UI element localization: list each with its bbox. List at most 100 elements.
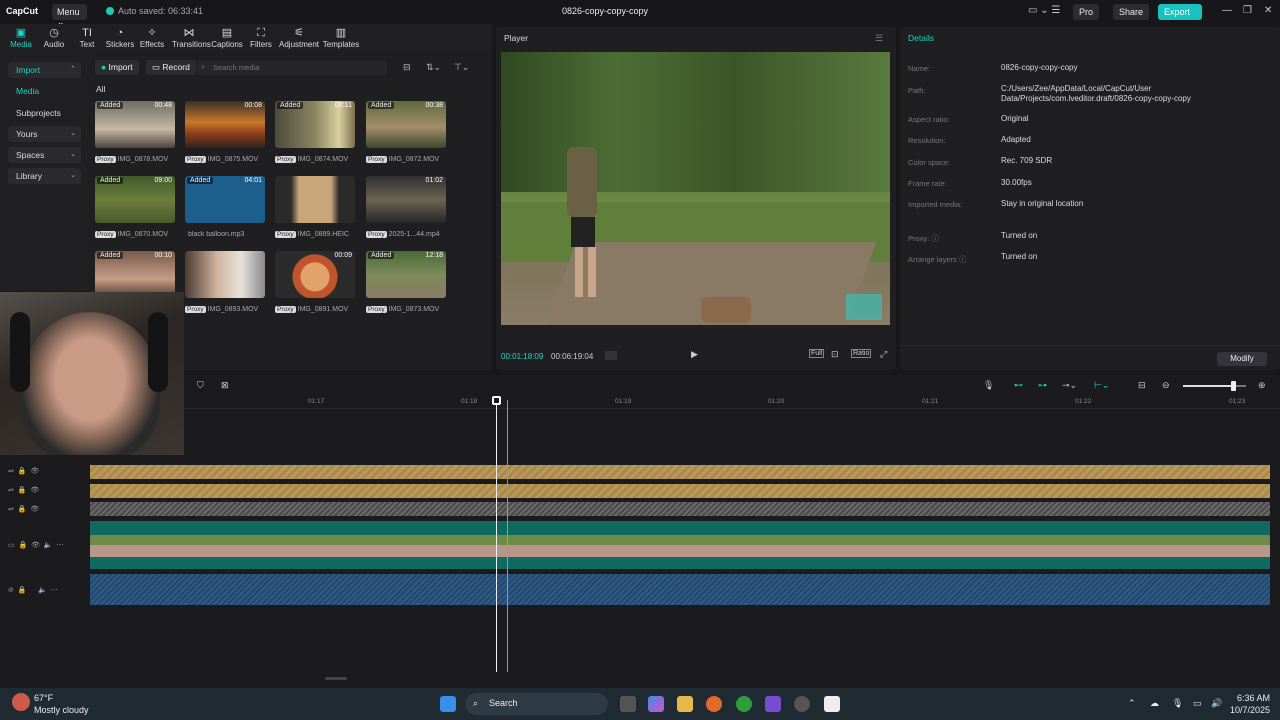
media-thumb[interactable]: Added 04:01	[185, 176, 265, 223]
xbox-icon[interactable]	[736, 696, 752, 712]
record-button[interactable]: ▭ Record	[146, 60, 196, 75]
eye-icon[interactable]: 👁	[30, 487, 39, 494]
media-thumb[interactable]: 01:02	[366, 176, 446, 223]
link-icon[interactable]: ⊷	[1014, 380, 1023, 391]
weather-temp[interactable]: 67°F	[34, 693, 53, 703]
close-icon[interactable]: ✕	[1264, 5, 1272, 16]
weather-icon[interactable]	[12, 693, 30, 711]
sort-icon[interactable]: ⇅⌄	[426, 62, 441, 73]
file-explorer-icon[interactable]	[677, 696, 693, 712]
more-icon[interactable]: ⋯	[57, 542, 64, 549]
mute-icon[interactable]: 🔈	[38, 587, 47, 594]
obsidian-icon[interactable]	[765, 696, 781, 712]
maximize-icon[interactable]: ❐	[1243, 5, 1252, 16]
import-button[interactable]: ● Import	[95, 60, 139, 75]
media-thumb[interactable]: 00:08	[185, 101, 265, 148]
more-icon[interactable]: ⋯	[51, 587, 58, 594]
time-ruler[interactable]	[184, 397, 1280, 409]
tool-text[interactable]: TI Text	[70, 27, 104, 49]
media-thumb[interactable]: Added 00:48	[95, 101, 175, 148]
media-thumb[interactable]: Added 00:10	[95, 251, 175, 298]
track-controls[interactable]: ⊘ 🔒 🔈 ⋯	[8, 586, 58, 594]
audio-track-clip[interactable]	[90, 574, 1270, 605]
media-thumb[interactable]: 00:09	[275, 251, 355, 298]
sidebar-item-yours[interactable]: Yours ⌄	[8, 126, 81, 142]
sidebar-item-spaces[interactable]: Spaces ⌄	[8, 147, 81, 163]
filter-icon[interactable]: ⊤⌄	[454, 62, 469, 73]
search-input[interactable]: ⌕ Search media	[197, 61, 387, 75]
screenshot-icon[interactable]: ⊡	[831, 349, 839, 360]
lock-icon[interactable]: 🔒	[18, 506, 27, 513]
info-icon[interactable]: ⓘ	[959, 255, 967, 264]
chevron-up-icon[interactable]: ⌃	[1128, 698, 1136, 709]
tool-captions[interactable]: ▤ Captions	[210, 27, 244, 49]
eye-icon[interactable]: 👁	[30, 506, 39, 513]
onedrive-icon[interactable]: ☁	[1150, 698, 1159, 709]
zoom-slider[interactable]	[1183, 381, 1246, 391]
text-track-clip[interactable]	[90, 465, 1270, 479]
snap-icon[interactable]: ⊶	[1038, 380, 1047, 391]
taskbar-search[interactable]: ⌕ Search	[465, 693, 608, 715]
network-icon[interactable]: ▭	[1193, 698, 1202, 709]
zoom-in-icon[interactable]: ⊕	[1258, 380, 1266, 391]
minimize-icon[interactable]: —	[1222, 5, 1232, 16]
lock-icon[interactable]: 🔒	[18, 587, 27, 594]
layout-icon[interactable]: ▭ ⌄ ☰	[1028, 5, 1060, 16]
track-controls[interactable]: ⇌ 🔒 👁	[8, 505, 39, 513]
sidebar-item-subprojects[interactable]: Subprojects	[8, 105, 81, 121]
weather-desc[interactable]: Mostly cloudy	[34, 705, 89, 715]
eye-icon[interactable]: 👁	[31, 542, 40, 549]
export-button[interactable]: Export	[1158, 4, 1202, 20]
pro-button[interactable]: Pro	[1073, 4, 1100, 20]
tool-filters[interactable]: ⛶ Filters	[244, 27, 278, 49]
lock-icon[interactable]: 🔒	[18, 487, 27, 494]
track-controls[interactable]: ⇌ 🔒 👁	[8, 467, 39, 475]
track-controls[interactable]: ▭ 🔒 👁 🔈 ⋯	[8, 541, 64, 549]
copilot-icon[interactable]	[648, 696, 664, 712]
text-track-clip[interactable]	[90, 484, 1270, 498]
screenshot-icon[interactable]: ⊠	[221, 380, 229, 391]
media-thumb[interactable]: Added 12:18	[366, 251, 446, 298]
video-preview[interactable]	[501, 52, 890, 325]
split-icon[interactable]: ⊸⌄	[1062, 380, 1077, 391]
info-icon[interactable]: ⓘ	[931, 234, 939, 243]
zoom-knob[interactable]	[1231, 381, 1237, 391]
playhead-handle[interactable]	[492, 396, 501, 405]
subtitle-icon[interactable]: ⊟	[1138, 380, 1146, 391]
preview-axis-icon[interactable]: ⊢⌄	[1094, 380, 1109, 391]
clock-time[interactable]: 6:36 AM	[1237, 693, 1270, 703]
mute-icon[interactable]: 🔈	[44, 542, 53, 549]
timeline-scrollbar[interactable]	[325, 677, 347, 680]
full-button[interactable]: Full	[809, 349, 825, 358]
tool-audio[interactable]: ◷ Audio	[37, 27, 71, 49]
play-button[interactable]: ▶	[691, 349, 698, 360]
firefox-icon[interactable]	[706, 696, 722, 712]
sidebar-item-import[interactable]: Import ⌃	[8, 62, 81, 78]
marker-icon[interactable]: ⛉	[197, 380, 204, 391]
ratio-button[interactable]: Ratio	[851, 349, 872, 358]
lock-icon[interactable]: 🔒	[18, 468, 27, 475]
share-button[interactable]: Share	[1113, 4, 1150, 20]
sidebar-item-library[interactable]: Library ⌄	[8, 168, 81, 184]
tool-effects[interactable]: ✧ Effects	[135, 27, 169, 49]
tool-media[interactable]: ▣ Media	[4, 27, 38, 49]
grid-view-icon[interactable]: ⊟	[403, 62, 411, 73]
modify-button[interactable]: Modify	[1217, 352, 1267, 366]
task-view-icon[interactable]	[620, 696, 636, 712]
fullscreen-icon[interactable]: ⤢	[880, 349, 887, 360]
microphone-icon[interactable]: 🎙	[1172, 698, 1183, 709]
main-video-clip[interactable]	[90, 521, 1270, 569]
menu-icon[interactable]: ☰	[875, 33, 883, 44]
capcut-icon[interactable]	[824, 696, 840, 712]
tool-transitions[interactable]: ⋈ Transitions	[172, 27, 211, 49]
lock-icon[interactable]: 🔒	[19, 542, 28, 549]
eye-icon[interactable]: 👁	[30, 468, 39, 475]
filter-all[interactable]: All	[96, 84, 105, 94]
media-thumb[interactable]: Added 00:38	[366, 101, 446, 148]
timecode-toggle[interactable]	[605, 351, 617, 360]
start-icon[interactable]	[440, 696, 456, 712]
track-controls[interactable]: ⇌ 🔒 👁	[8, 486, 39, 494]
media-thumb[interactable]	[185, 251, 265, 298]
playhead[interactable]	[496, 400, 497, 672]
clock-date[interactable]: 10/7/2025	[1230, 705, 1270, 715]
